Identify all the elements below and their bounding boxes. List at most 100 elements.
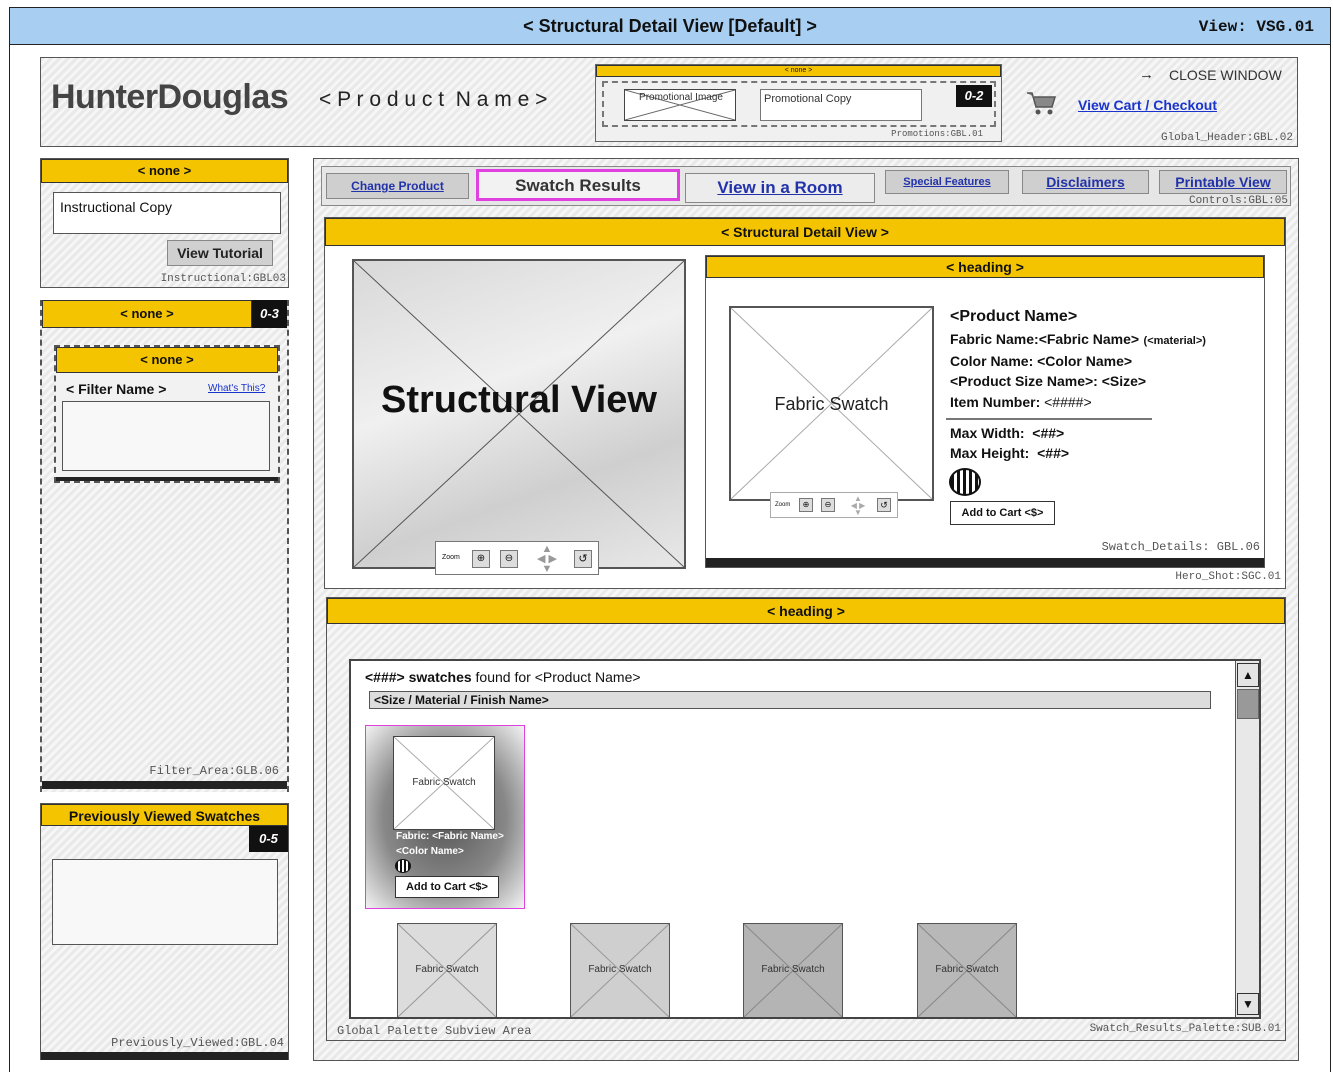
detail-product-name: <Product Name> (950, 308, 1078, 325)
structural-view-image[interactable]: Structural View (352, 259, 686, 569)
detail-fabric-name: Fabric Name:<Fabric Name> (950, 331, 1140, 347)
filter-inner-heading: < none > (56, 347, 278, 373)
tab-view-in-room[interactable]: View in a Room (685, 173, 875, 203)
previously-viewed-panel: Previously Viewed Swatches 0-5 Previousl… (40, 803, 289, 1060)
filter-heading: < none > (42, 300, 252, 328)
pattern-icon (949, 468, 981, 496)
results-group-label: <Size / Material / Finish Name> (369, 691, 1211, 709)
filter-options-box[interactable] (62, 401, 270, 471)
whats-this-link[interactable]: What's This? (208, 383, 265, 394)
results-list: <###> swatches found for <Product Name> … (349, 659, 1261, 1019)
swatch-item-2[interactable]: Fabric Swatch (570, 923, 670, 1017)
results-section: < heading > <###> swatches found for <Pr… (326, 597, 1286, 1041)
brand-logo[interactable]: HunterDouglas (51, 78, 289, 117)
reset-icon[interactable]: ↺ (574, 550, 592, 568)
selected-swatch-image: Fabric Swatch (393, 736, 495, 830)
swatch-details-heading: < heading > (706, 256, 1264, 278)
filter-group: < none > < Filter Name > What's This? (54, 345, 280, 483)
swatch-details: < heading > Fabric Swatch Zoom ⊕ ⊖ ▲ ◀ ▶ ▼… (705, 255, 1265, 568)
instructional-panel: < none > Instructional Copy View Tutoria… (40, 158, 289, 288)
scroll-up-button[interactable]: ▲ (1237, 663, 1259, 687)
swatch-item-3[interactable]: Fabric Swatch (743, 923, 843, 1017)
promotions-area: < none > Promotional Image Promotional C… (595, 64, 1002, 142)
scroll-down-button[interactable]: ▼ (1237, 993, 1259, 1015)
hero-zoom-label: Zoom (442, 554, 460, 561)
instructional-copy: Instructional Copy (53, 192, 281, 234)
previously-viewed-badge: 0-5 (249, 826, 288, 852)
tab-printable-view[interactable]: Printable View (1159, 170, 1287, 194)
fabric-swatch-label: Fabric Swatch (774, 394, 889, 414)
filter-bottom-bar (42, 781, 287, 789)
product-name-title: < P r o d u c t N a m e > (319, 88, 548, 111)
pan-arrows-icon[interactable]: ▲ ◀ ▶ ▼ (528, 544, 566, 575)
view-cart-link[interactable]: View Cart / Checkout (1078, 97, 1217, 113)
swatch-item-4[interactable]: Fabric Swatch (917, 923, 1017, 1017)
tab-swatch-results[interactable]: Swatch Results (476, 169, 680, 201)
tab-special-features[interactable]: Special Features (885, 170, 1009, 194)
detail-item-number-row: Item Number: <####> (950, 394, 1092, 410)
results-found-for: found for <Product Name> (475, 669, 641, 685)
tab-change-product[interactable]: Change Product (326, 173, 469, 199)
hero-heading: < Structural Detail View > (325, 218, 1285, 246)
detail-zoom-label: Zoom (775, 502, 791, 508)
main-content: Change Product Swatch Results View in a … (313, 158, 1299, 1061)
view-tutorial-button[interactable]: View Tutorial (167, 240, 273, 266)
page-title: < Structural Detail View [Default] > (523, 16, 817, 36)
controls-bar: Change Product Swatch Results View in a … (321, 166, 1291, 207)
promo-image-label: Promotional Image (639, 92, 723, 103)
promo-tag: Promotions:GBL.01 (891, 129, 983, 139)
detail-item-number-label: Item Number: (950, 394, 1041, 410)
results-count: <###> (365, 669, 405, 685)
zoom-in-icon[interactable]: ⊕ (799, 498, 813, 512)
view-id: View: VSG.01 (1198, 18, 1314, 36)
selected-swatch-label: Fabric Swatch (412, 777, 476, 788)
detail-color-name: Color Name: <Color Name> (950, 353, 1133, 369)
reset-icon[interactable]: ↺ (877, 498, 891, 512)
swatch-details-tag: Swatch_Details: GBL.06 (1101, 540, 1260, 554)
title-bar: < Structural Detail View [Default] > Vie… (9, 7, 1331, 45)
results-scrollbar[interactable]: ▲ ▼ (1235, 661, 1259, 1017)
tab-disclaimers[interactable]: Disclaimers (1022, 170, 1149, 194)
controls-tag: Controls:GBL:05 (1188, 195, 1288, 207)
pattern-icon (395, 859, 411, 873)
detail-max-width: Max Width: <##> (950, 425, 1065, 441)
zoom-in-icon[interactable]: ⊕ (472, 550, 490, 568)
zoom-out-icon[interactable]: ⊖ (821, 498, 835, 512)
previously-viewed-bottom-bar (41, 1052, 288, 1060)
selected-swatch-card[interactable]: Fabric Swatch Fabric: <Fabric Name> <Col… (365, 725, 525, 909)
detail-zoom-controls: Zoom ⊕ ⊖ ▲ ◀ ▶ ▼ ↺ (770, 492, 898, 518)
detail-size: <Product Size Name>: <Size> (950, 373, 1147, 389)
filter-name-label: < Filter Name > (66, 381, 167, 397)
filter-tag: Filter_Area:GLB.06 (149, 764, 279, 778)
structural-view-label: Structural View (381, 379, 657, 421)
filter-badge: 0-3 (252, 300, 287, 328)
results-heading: < heading > (327, 598, 1285, 624)
fabric-swatch-image[interactable]: Fabric Swatch (729, 306, 934, 501)
close-window-link[interactable]: CLOSE WINDOW (1169, 67, 1282, 83)
detail-fabric-row: Fabric Name:<Fabric Name> (<material>) (950, 331, 1206, 349)
filter-area: < none > 0-3 < none > < Filter Name > Wh… (40, 300, 289, 792)
promotional-copy: Promotional Copy (760, 89, 922, 121)
hero-tag: Hero_Shot:SGC.01 (1175, 571, 1281, 583)
swatch-item-label: Fabric Swatch (415, 964, 479, 975)
previously-viewed-box[interactable] (52, 859, 278, 945)
zoom-out-icon[interactable]: ⊖ (500, 550, 518, 568)
swatch-item-label: Fabric Swatch (588, 964, 652, 975)
swatch-item-label: Fabric Swatch (761, 964, 825, 975)
selected-swatch-fabric: Fabric: <Fabric Name> (396, 831, 504, 842)
scroll-thumb[interactable] (1237, 689, 1259, 719)
selected-add-to-cart-button[interactable]: Add to Cart <$> (395, 876, 499, 898)
swatch-item-label: Fabric Swatch (935, 964, 999, 975)
detail-add-to-cart-button[interactable]: Add to Cart <$> (950, 501, 1055, 525)
previously-viewed-tag: Previously_Viewed:GBL.04 (111, 1036, 284, 1050)
selected-swatch-color: <Color Name> (396, 846, 464, 857)
results-swatches-word: swatches (408, 669, 472, 685)
results-summary: <###> swatches found for <Product Name> (365, 669, 641, 685)
shopping-cart-icon[interactable] (1026, 90, 1058, 116)
promotional-image[interactable]: Promotional Image (624, 89, 736, 121)
palette-subview-tag: Global Palette Subview Area (337, 1024, 532, 1038)
results-tag: Swatch_Results_Palette:SUB.01 (1089, 1023, 1281, 1035)
swatch-item-1[interactable]: Fabric Swatch (397, 923, 497, 1017)
pan-arrows-icon[interactable]: ▲ ◀ ▶ ▼ (843, 495, 873, 517)
detail-material: (<material>) (1143, 335, 1206, 347)
